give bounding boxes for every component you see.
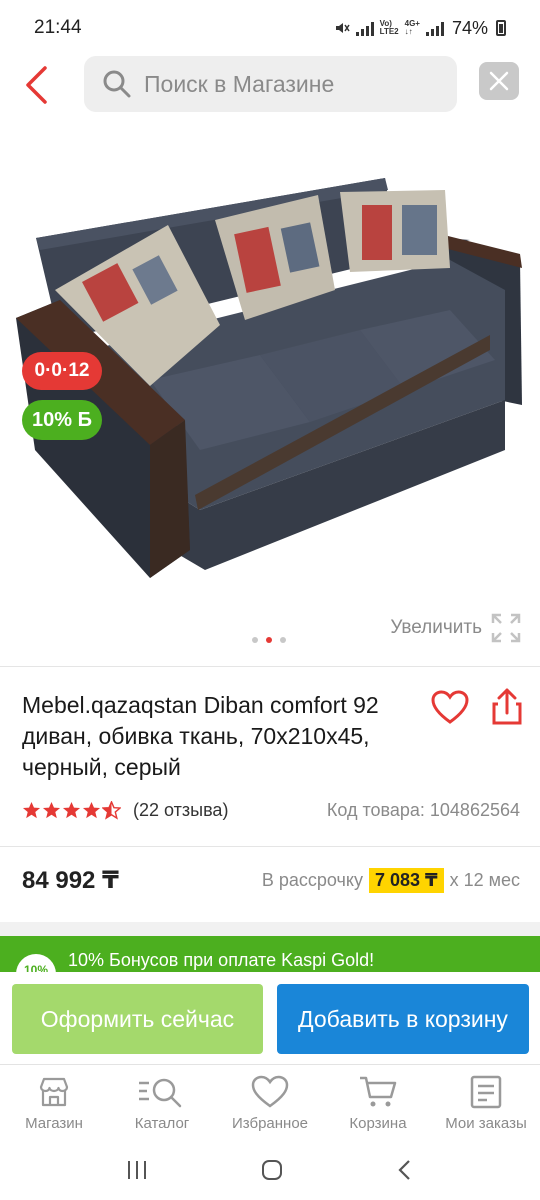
search-placeholder: Поиск в Магазине [144, 70, 335, 97]
favorite-button[interactable] [430, 688, 470, 728]
half-star-icon [102, 801, 121, 820]
search-icon [103, 70, 131, 98]
zoom-button[interactable]: Увеличить [390, 612, 522, 644]
search-input[interactable]: Поиск в Магазине [84, 56, 457, 112]
catalog-search-icon [139, 1078, 182, 1108]
nav-item-favorites[interactable]: Избранное [216, 1065, 324, 1140]
battery-icon [496, 20, 506, 36]
orders-icon [470, 1075, 502, 1109]
heart-icon [251, 1075, 289, 1108]
bonus-banner[interactable]: 10% 10% Бонусов при оплате Kaspi Gold! [0, 936, 540, 976]
reviews-link[interactable]: (22 отзыва) [133, 800, 228, 821]
expand-icon [491, 613, 521, 643]
nav-label: Мои заказы [445, 1115, 527, 1132]
nav-item-store[interactable]: Магазин [0, 1065, 108, 1140]
rating-group[interactable]: (22 отзыва) [22, 800, 228, 821]
signal-icon [355, 20, 374, 36]
installment-info[interactable]: В рассрочку 7 083 ₸ х 12 мес [262, 868, 520, 893]
mute-icon [335, 23, 350, 33]
installment-monthly: 7 083 ₸ [369, 868, 444, 893]
installment-suffix: х 12 мес [449, 870, 520, 890]
signal-icon-2 [425, 20, 444, 36]
volte-icon: Vo) LTE2 [379, 19, 399, 36]
close-icon [489, 71, 509, 91]
home-icon[interactable] [260, 1158, 284, 1182]
star-icon [42, 801, 61, 819]
system-navigation [0, 1140, 540, 1200]
installment-prefix: В рассрочку [261, 870, 363, 890]
nav-item-cart[interactable]: Корзина [324, 1065, 432, 1140]
back-nav-icon[interactable] [395, 1158, 415, 1182]
divider [0, 666, 540, 667]
nav-label: Магазин [25, 1115, 83, 1132]
status-bar: 21:44 Vo) LTE2 4G+ ↓↑ 74% [0, 0, 540, 56]
heart-outline-icon [431, 690, 469, 724]
nav-item-catalog[interactable]: Каталог [108, 1065, 216, 1140]
bonus-badge: 10% Б [22, 400, 102, 440]
zoom-label: Увеличить [390, 617, 482, 638]
product-title: Mebel.qazaqstan Diban comfort 92 диван, … [22, 692, 379, 780]
nav-label: Каталог [134, 1115, 190, 1132]
status-indicators: Vo) LTE2 4G+ ↓↑ 74% [334, 18, 506, 39]
pillow-right [340, 190, 450, 272]
price-row: 84 992 ₸ В рассрочку 7 083 ₸ х 12 мес [22, 866, 520, 895]
installment-badge: 0·0·12 [22, 352, 102, 390]
rating-row: (22 отзыва) Код товара: 104862564 [22, 800, 520, 821]
star-icon [82, 801, 101, 819]
pager-dot-active [266, 637, 272, 643]
star-icon [62, 801, 81, 819]
star-icon [22, 801, 41, 819]
back-arrow-icon [26, 66, 47, 104]
section-separator [0, 922, 540, 936]
nav-label: Корзина [349, 1115, 407, 1132]
pager-dot [280, 637, 286, 643]
bottom-navigation: Магазин Каталог Избранное Корзина Мои за… [0, 1064, 540, 1140]
clear-search-button[interactable] [479, 62, 519, 100]
rating-stars [22, 801, 121, 820]
search-header: Поиск в Магазине [0, 56, 540, 116]
action-bar: Оформить сейчас Добавить в корзину [0, 972, 540, 1064]
share-button[interactable] [490, 686, 524, 726]
product-sku: Код товара: 104862564 [326, 800, 520, 820]
status-time: 21:44 [34, 17, 82, 38]
battery-percent: 74% [451, 17, 488, 38]
cart-icon [360, 1076, 397, 1107]
product-price: 84 992 ₸ [22, 867, 119, 894]
status-icons: Vo) LTE2 4G+ ↓↑ [334, 20, 444, 36]
4g-icon: 4G+ ↓↑ [404, 19, 420, 36]
nav-item-orders[interactable]: Мои заказы [432, 1065, 540, 1140]
recent-apps-icon[interactable] [125, 1159, 149, 1181]
store-icon [39, 1077, 69, 1107]
image-pager-dots [252, 637, 286, 643]
pager-dot [252, 637, 258, 643]
back-button[interactable] [16, 62, 56, 108]
checkout-now-button[interactable]: Оформить сейчас [12, 984, 263, 1054]
add-to-cart-button[interactable]: Добавить в корзину [277, 984, 529, 1054]
bonus-banner-text: 10% Бонусов при оплате Kaspi Gold! [68, 950, 375, 970]
share-icon [492, 688, 522, 725]
divider [0, 846, 540, 847]
nav-label: Избранное [231, 1115, 309, 1132]
